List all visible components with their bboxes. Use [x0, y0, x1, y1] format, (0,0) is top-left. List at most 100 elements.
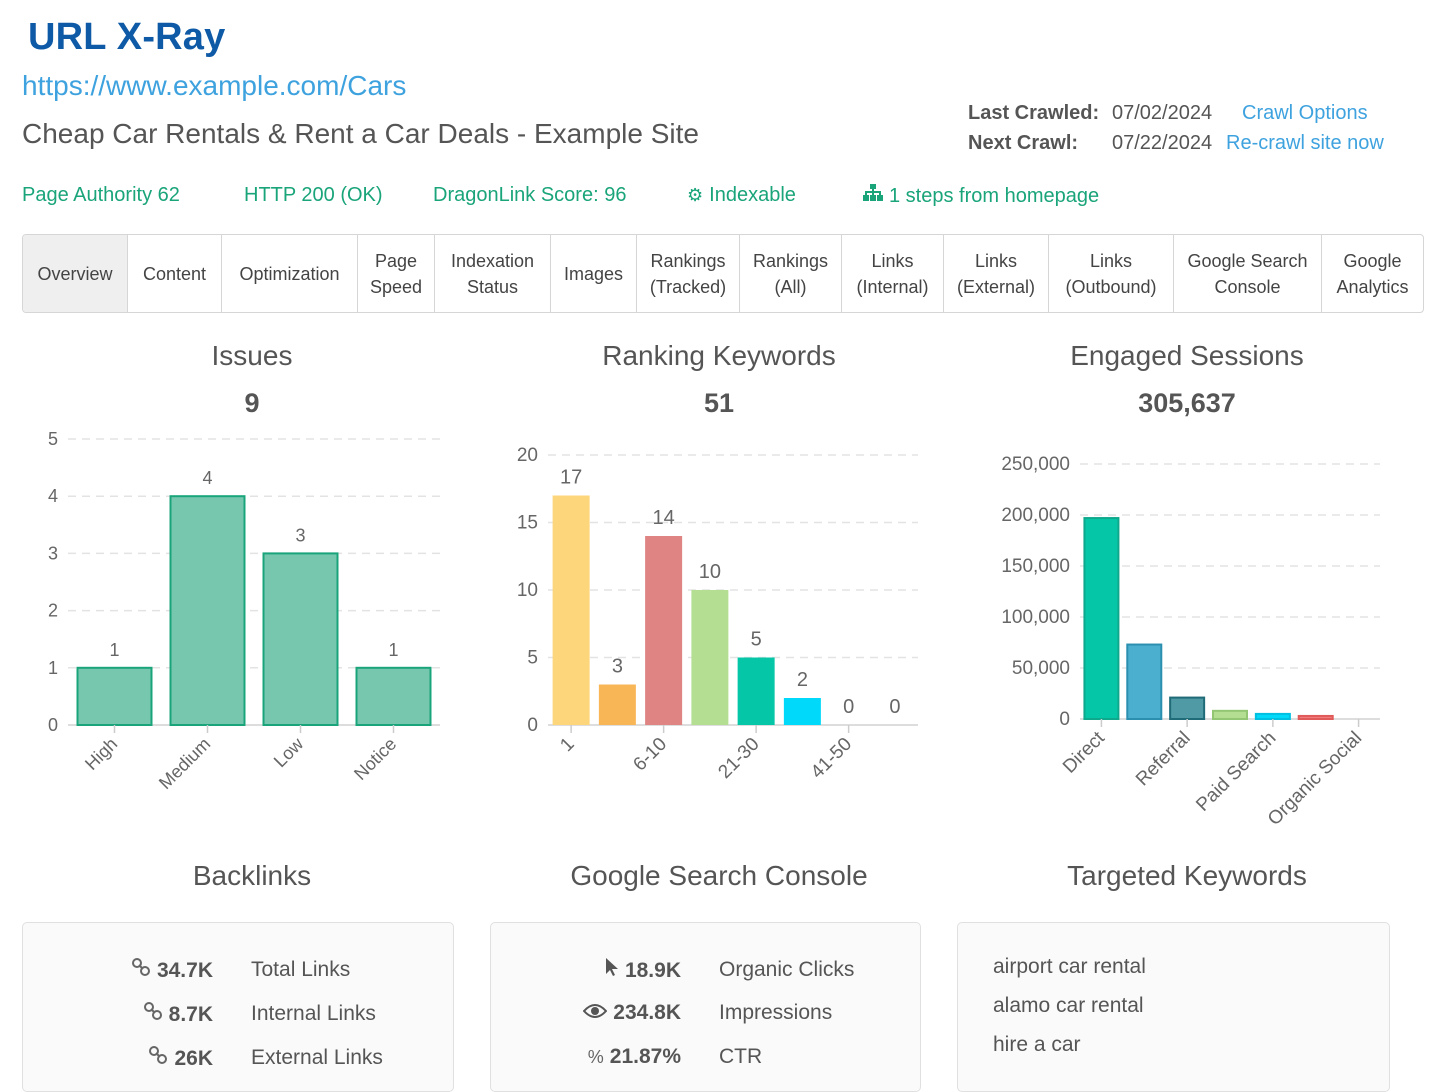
- data-label: 0: [843, 696, 854, 718]
- metric-number: 18.9K: [624, 959, 681, 982]
- y-tick-label: 4: [48, 486, 58, 506]
- bar-low[interactable]: [262, 552, 339, 726]
- tab-images[interactable]: Images: [551, 235, 637, 312]
- bar-1[interactable]: [552, 495, 590, 726]
- page-title: Cheap Car Rentals & Rent a Car Deals - E…: [22, 118, 699, 149]
- bar-31-40[interactable]: [783, 698, 821, 725]
- y-tick-label: 5: [527, 648, 538, 669]
- bar-organic-search[interactable]: [1126, 643, 1163, 720]
- bar-21-30[interactable]: [737, 657, 775, 726]
- steps-from-homepage: 1 steps from homepage: [863, 184, 1099, 208]
- tab-indexation-status[interactable]: Indexation Status: [435, 235, 551, 312]
- issues-count: 9: [244, 388, 260, 418]
- y-tick-label: 50,000: [1012, 658, 1070, 679]
- cursor-icon: [605, 958, 619, 981]
- stats-bar: Page Authority 62 HTTP 200 (OK) DragonLi…: [22, 184, 1099, 208]
- tab-google-analytics[interactable]: Google Analytics: [1322, 235, 1423, 312]
- issues-title: Issues: [211, 340, 293, 371]
- metric-label: Organic Clicks: [719, 958, 855, 981]
- link-icon: [131, 958, 151, 981]
- data-label: 1: [388, 640, 398, 660]
- bar-2-5[interactable]: [598, 684, 636, 726]
- y-tick-label: 3: [48, 543, 58, 563]
- bar-6-10[interactable]: [645, 536, 683, 725]
- x-tick-label: Paid Search: [1192, 728, 1280, 816]
- tab-optimization[interactable]: Optimization: [222, 235, 358, 312]
- tab-google-search-console[interactable]: Google Search Console: [1174, 235, 1322, 312]
- bar-email[interactable]: [1297, 714, 1334, 721]
- metric-label: Impressions: [719, 1001, 833, 1024]
- page-url-link[interactable]: https://www.example.com/Cars: [22, 70, 406, 102]
- metric-value: 26K: [23, 1045, 213, 1071]
- crawl-options-link[interactable]: Crawl Options: [1242, 98, 1368, 128]
- tab-links-external[interactable]: Links (External): [944, 235, 1049, 312]
- metric-value: 18.9K: [491, 957, 681, 983]
- ranking-keywords-count: 51: [703, 388, 735, 418]
- y-tick-label: 0: [48, 715, 58, 735]
- keyword-item[interactable]: hire a car: [993, 1033, 1081, 1057]
- gsc-card: 18.9K Organic Clicks 234.8K Impressions% 21.…: [490, 922, 921, 1092]
- y-tick-label: 1: [48, 658, 58, 678]
- bar-notice[interactable]: [355, 666, 432, 727]
- tab-rankings-all[interactable]: Rankings (All): [740, 235, 842, 312]
- bar-medium[interactable]: [169, 495, 246, 726]
- data-label: 0: [889, 696, 900, 718]
- keyword-item[interactable]: airport car rental: [993, 955, 1146, 979]
- eye-icon: [582, 1003, 608, 1023]
- x-tick-label: Direct: [1059, 727, 1109, 777]
- crawl-info: Last Crawled: 07/02/2024 Crawl Options N…: [968, 98, 1384, 158]
- metric-row: % 21.87% CTR: [491, 1045, 762, 1069]
- bar-paid-search[interactable]: [1254, 712, 1291, 720]
- metric-value: 34.7K: [23, 957, 213, 983]
- tab-page-speed[interactable]: Page Speed: [358, 235, 435, 312]
- metric-label: Internal Links: [251, 1002, 376, 1025]
- y-tick-label: 250,000: [1001, 454, 1070, 475]
- metric-number: 26K: [174, 1047, 213, 1070]
- recrawl-link[interactable]: Re-crawl site now: [1226, 128, 1384, 158]
- sitemap-icon: [863, 184, 883, 207]
- indexable-label: Indexable: [709, 184, 796, 206]
- metric-number: 21.87%: [609, 1045, 681, 1068]
- bar-referral[interactable]: [1169, 696, 1206, 720]
- tab-bar: Overview Content Optimization Page Speed Ind…: [22, 234, 1424, 313]
- tab-rankings-tracked[interactable]: Rankings (Tracked): [637, 235, 740, 312]
- x-tick-label: High: [81, 734, 121, 774]
- dragonlink-score: DragonLink Score: 96: [433, 184, 627, 206]
- data-label: 3: [295, 525, 305, 545]
- tab-links-outbound[interactable]: Links (Outbound): [1049, 235, 1174, 312]
- bar-high[interactable]: [76, 666, 153, 727]
- x-tick-label: Notice: [350, 734, 400, 784]
- keyword-item[interactable]: alamo car rental: [993, 994, 1144, 1018]
- tab-links-internal[interactable]: Links (Internal): [842, 235, 944, 312]
- data-label: 2: [797, 669, 808, 691]
- data-label: 4: [202, 468, 212, 488]
- bar-11-20[interactable]: [691, 590, 729, 725]
- http-status: HTTP 200 (OK): [244, 184, 383, 206]
- app-title: URL X-Ray: [28, 16, 226, 58]
- cogs-icon: ⚙: [687, 185, 704, 205]
- data-label: 17: [560, 467, 582, 489]
- tab-content[interactable]: Content: [128, 235, 222, 312]
- bar-direct[interactable]: [1083, 517, 1120, 720]
- metric-label: Total Links: [251, 958, 351, 981]
- tab-overview[interactable]: Overview: [23, 235, 128, 312]
- x-tick-label: 6-10: [629, 734, 671, 776]
- ranking-keywords-chart: 051015201713146-1010521-302041-500: [517, 445, 918, 783]
- metric-label: External Links: [251, 1046, 383, 1069]
- link-icon: [143, 1002, 163, 1025]
- engaged-sessions-count: 305,637: [1138, 388, 1236, 418]
- backlinks-card: 34.7K Total Links 8.7K Internal Links 26K Ext…: [22, 922, 454, 1092]
- metric-number: 8.7K: [168, 1003, 213, 1026]
- last-crawled-date: 07/02/2024: [1112, 102, 1213, 124]
- y-tick-label: 20: [517, 445, 538, 466]
- next-crawl-label: Next Crawl:: [968, 132, 1079, 154]
- data-label: 3: [612, 656, 623, 678]
- link-icon: [148, 1046, 168, 1069]
- y-tick-label: 100,000: [1001, 607, 1070, 628]
- y-tick-label: 2: [48, 601, 58, 621]
- bar-unassigned[interactable]: [1212, 709, 1248, 720]
- last-crawled-label: Last Crawled:: [968, 102, 1100, 124]
- backlinks-title: Backlinks: [192, 860, 312, 891]
- data-label: 10: [699, 561, 721, 583]
- y-tick-label: 0: [527, 715, 538, 736]
